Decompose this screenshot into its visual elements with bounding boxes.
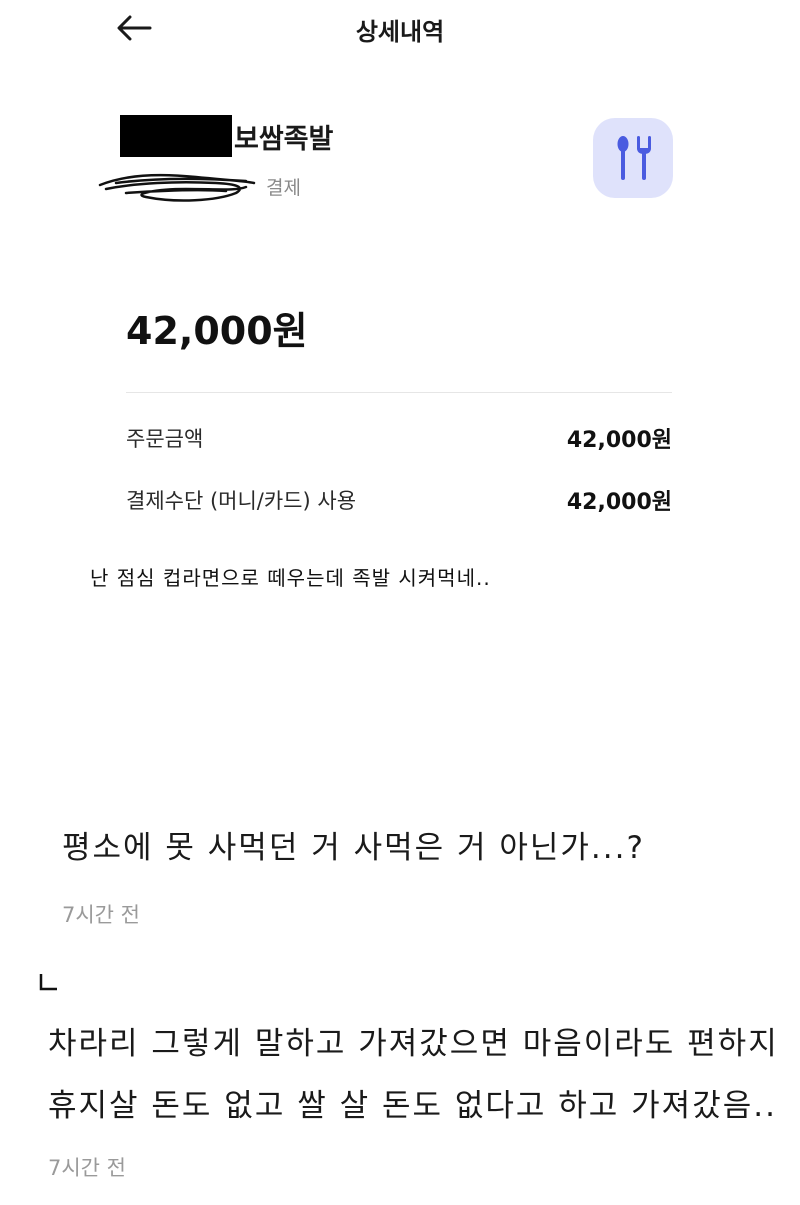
merchant-sub-info: 결제: [96, 168, 301, 204]
detail-value: 42,000원: [566, 428, 672, 453]
payment-type: 결제: [266, 176, 301, 199]
reply-line: 차라리 그렇게 말하고 가져갔으면 마음이라도 편하지: [48, 1026, 779, 1062]
detail-value: 42,000원: [566, 490, 672, 515]
redacted-merchant-name: [120, 115, 232, 157]
detail-row: 결제수단 (머니/카드) 사용 42,000원: [126, 482, 672, 518]
comment-text: 평소에 못 사먹던 거 사먹은 거 아닌가...?: [62, 830, 645, 866]
category-badge: [593, 118, 673, 198]
total-amount: 42,000원: [126, 309, 308, 353]
post-caption: 난 점심 컵라면으로 떼우는데 족발 시켜먹네..: [90, 566, 491, 590]
divider: [126, 392, 672, 393]
merchant-name: 보쌈족발: [234, 123, 334, 155]
detail-label: 결제수단 (머니/카드) 사용: [126, 489, 357, 513]
comment-time: 7시간 전: [48, 1156, 126, 1180]
reply-line: 휴지살 돈도 없고 쌀 살 돈도 없다고 하고 가져갔음..: [48, 1088, 777, 1124]
merchant-header: 보쌈족발: [120, 112, 333, 160]
fork-spoon-icon: [617, 136, 651, 180]
page-title: 상세내역: [355, 18, 445, 46]
comment-time: 7시간 전: [62, 903, 140, 927]
reply-indicator: [39, 974, 57, 991]
top-bar: 상세내역: [0, 0, 800, 60]
detail-label: 주문금액: [126, 427, 204, 451]
redaction-scribble: [98, 173, 256, 202]
detail-row: 주문금액 42,000원: [126, 420, 672, 456]
